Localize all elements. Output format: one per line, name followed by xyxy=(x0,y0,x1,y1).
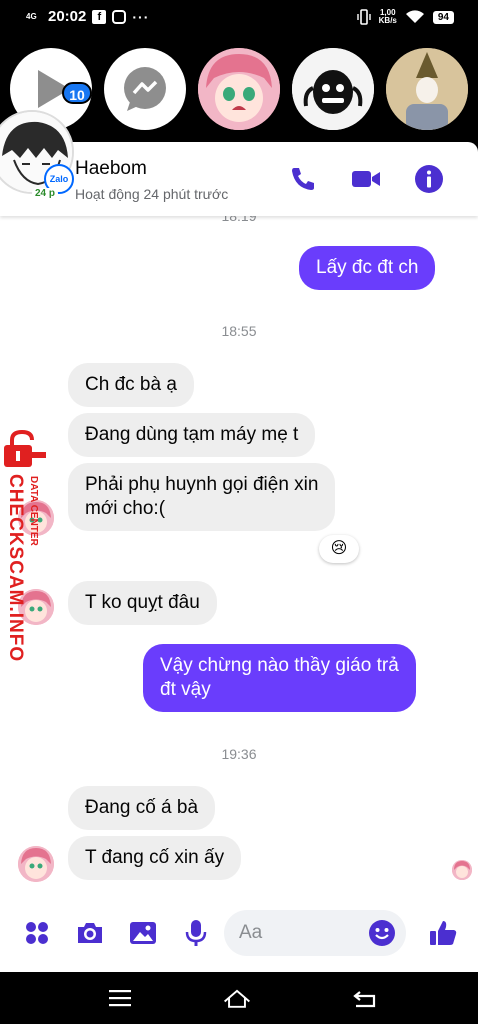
timestamp: 18:19 xyxy=(221,216,257,224)
incoming-message[interactable]: Phải phụ huynh gọi điện xin mới cho:( xyxy=(68,463,336,531)
chat-heads-strip: 10 xyxy=(0,36,478,142)
message-input-placeholder: Aa xyxy=(239,922,263,943)
message-line: Vậy chừng nào thầy giáo trả xyxy=(160,655,399,676)
anime-avatar-icon xyxy=(452,860,472,880)
seen-indicator-avatar xyxy=(452,860,472,880)
checkscam-watermark: CHECKSCAM.INFO DATA CENTER xyxy=(0,430,60,670)
menu-icon[interactable] xyxy=(105,984,135,1012)
message-line: đt vậy xyxy=(160,679,211,700)
unread-count-badge: 10 xyxy=(62,82,92,104)
message-composer: Aa xyxy=(0,896,478,972)
timestamp: 19:36 xyxy=(221,746,257,762)
phone-call-icon[interactable] xyxy=(288,164,318,194)
chat-head-mask-avatar[interactable] xyxy=(292,48,374,130)
instagram-notification-icon xyxy=(112,9,127,24)
message-line: mới cho:( xyxy=(85,498,166,519)
contact-name[interactable]: Haebom xyxy=(75,158,147,180)
watermark-sub-text: DATA CENTER xyxy=(28,476,39,546)
emoji-icon[interactable] xyxy=(368,919,396,947)
info-icon[interactable] xyxy=(414,164,444,194)
messenger-icon xyxy=(124,67,166,111)
message-reaction[interactable]: 😢 xyxy=(319,535,359,563)
watermark-main-text: CHECKSCAM.INFO xyxy=(5,474,26,663)
battery-indicator: 94 xyxy=(432,10,454,24)
more-notifications-icon: ··· xyxy=(132,8,150,25)
chat-head-messenger[interactable] xyxy=(104,48,186,130)
message-list[interactable]: 18:19 Lấy đc đt ch 18:55 Ch đc bà ạ Đang… xyxy=(0,216,478,896)
outgoing-message[interactable]: Vậy chừng nào thầy giáo trả đt vậy xyxy=(143,644,416,712)
vibrate-icon xyxy=(356,9,371,25)
message-input[interactable]: Aa xyxy=(224,910,406,956)
video-call-icon[interactable] xyxy=(351,164,381,194)
sender-avatar[interactable] xyxy=(18,846,54,882)
home-icon[interactable] xyxy=(222,984,252,1012)
more-actions-icon[interactable] xyxy=(22,918,52,948)
message-line: Phải phụ huynh gọi điện xin xyxy=(85,474,319,495)
conversation-header: Zalo 24 p Haebom Hoạt động 24 phút trước xyxy=(0,110,478,216)
incoming-message[interactable]: Đang dùng tạm máy mẹ t xyxy=(68,413,316,457)
incoming-message[interactable]: Đang cố á bà xyxy=(68,786,216,830)
chat-head-person-avatar[interactable] xyxy=(386,48,468,130)
facebook-notification-icon: f xyxy=(92,9,107,24)
gallery-icon[interactable] xyxy=(128,918,158,948)
thumbs-up-icon[interactable] xyxy=(428,918,458,948)
back-icon[interactable] xyxy=(350,984,380,1012)
status-bar: 4G 20:02 f ··· 1,00 KB/s 94 xyxy=(0,0,478,36)
incoming-message[interactable]: Ch đc bà ạ xyxy=(68,363,194,407)
lock-icon xyxy=(4,430,46,467)
contact-activity-status: Hoạt động 24 phút trước xyxy=(75,186,229,202)
system-navigation-bar xyxy=(0,972,478,1024)
person-avatar-icon xyxy=(386,48,468,130)
anime-avatar-icon xyxy=(18,846,54,882)
chat-head-anime-avatar[interactable] xyxy=(198,48,280,130)
wifi-icon xyxy=(405,10,424,23)
incoming-message[interactable]: T đang cố xin ấy xyxy=(68,836,242,880)
microphone-icon[interactable] xyxy=(181,918,211,948)
anime-avatar-icon xyxy=(198,48,280,130)
active-time-pill: 24 p xyxy=(32,188,59,199)
outgoing-message[interactable]: Lấy đc đt ch xyxy=(299,246,436,290)
incoming-message[interactable]: T ko quỵt đâu xyxy=(68,581,217,625)
clock: 20:02 xyxy=(48,8,87,25)
mask-avatar-icon xyxy=(292,48,374,130)
camera-icon[interactable] xyxy=(75,918,105,948)
timestamp: 18:55 xyxy=(221,323,257,339)
network-indicator: 4G xyxy=(26,11,37,21)
network-speed: 1,00 KB/s xyxy=(378,8,397,25)
